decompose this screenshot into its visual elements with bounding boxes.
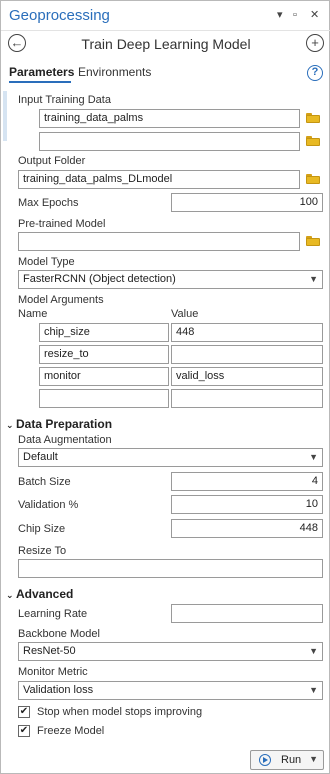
stop-improving-label: Stop when model stops improving xyxy=(37,706,203,718)
resize-to-field[interactable] xyxy=(18,559,323,578)
input-training-data-label: Input Training Data xyxy=(18,94,111,106)
model-type-value: FasterRCNN (Object detection) xyxy=(23,273,176,285)
validation-pct-field[interactable]: 10 xyxy=(171,495,323,514)
folder-icon[interactable] xyxy=(306,174,320,184)
tab-strip: Parameters Environments ? xyxy=(1,63,330,83)
arguments-value-header: Value xyxy=(171,308,199,320)
max-epochs-field[interactable]: 100 xyxy=(171,193,323,212)
run-button-label: Run xyxy=(281,754,302,766)
argument-name-cell[interactable]: monitor xyxy=(39,367,169,386)
argument-value-cell[interactable] xyxy=(171,389,323,408)
focus-indicator xyxy=(3,91,7,141)
learning-rate-field[interactable] xyxy=(171,604,323,623)
argument-value-cell[interactable]: 448 xyxy=(171,323,323,342)
pretrained-model-label: Pre-trained Model xyxy=(18,218,106,230)
validation-pct-label: Validation % xyxy=(18,499,79,511)
active-tab-indicator xyxy=(9,81,71,83)
tab-parameters[interactable]: Parameters xyxy=(9,65,74,79)
batch-size-label: Batch Size xyxy=(18,476,71,488)
input-training-data-field-1[interactable]: training_data_palms xyxy=(39,109,300,128)
chevron-down-icon: ▼ xyxy=(309,274,318,284)
chevron-down-icon: ▼ xyxy=(309,685,318,695)
backbone-model-value: ResNet-50 xyxy=(23,645,76,657)
chip-size-label: Chip Size xyxy=(18,523,66,535)
freeze-model-checkbox[interactable]: ✔ xyxy=(18,725,30,737)
advanced-header: Advanced xyxy=(16,587,74,601)
model-type-label: Model Type xyxy=(18,256,75,268)
run-button[interactable]: Run ▼ xyxy=(250,750,324,770)
freeze-model-label: Freeze Model xyxy=(37,725,105,737)
chevron-down-icon: ▼ xyxy=(309,452,318,462)
chip-size-field[interactable]: 448 xyxy=(171,519,323,538)
output-folder-field[interactable]: training_data_palms_DLmodel xyxy=(18,170,300,189)
data-preparation-section[interactable]: ⌄ Data Preparation xyxy=(6,417,112,431)
folder-icon[interactable] xyxy=(306,136,320,146)
chevron-down-icon: ⌄ xyxy=(6,420,14,430)
tool-title: Train Deep Learning Model xyxy=(81,36,251,52)
max-epochs-label: Max Epochs xyxy=(18,197,79,209)
geoprocessing-pane: Geoprocessing ▾ ▫ ✕ ← Train Deep Learnin… xyxy=(0,0,330,774)
add-icon[interactable]: + xyxy=(306,34,324,52)
data-preparation-header: Data Preparation xyxy=(16,417,113,431)
options-dropdown-icon[interactable]: ▾ xyxy=(277,9,283,21)
data-augmentation-value: Default xyxy=(23,451,58,463)
pretrained-model-field[interactable] xyxy=(18,232,300,251)
resize-to-label: Resize To xyxy=(18,545,67,557)
arguments-name-header: Name xyxy=(18,308,48,320)
backbone-model-label: Backbone Model xyxy=(18,628,100,640)
data-augmentation-select[interactable]: Default ▼ xyxy=(18,448,323,467)
auto-hide-pin-icon[interactable]: ▫ xyxy=(293,9,297,21)
learning-rate-label: Learning Rate xyxy=(18,608,88,620)
model-arguments-label: Model Arguments xyxy=(18,294,104,306)
close-icon[interactable]: ✕ xyxy=(310,9,319,21)
argument-value-cell[interactable]: valid_loss xyxy=(171,367,323,386)
chevron-down-icon[interactable]: ▼ xyxy=(309,754,318,764)
run-icon xyxy=(259,754,271,766)
input-training-data-field-2[interactable] xyxy=(39,132,300,151)
batch-size-field[interactable]: 4 xyxy=(171,472,323,491)
argument-name-cell[interactable]: chip_size xyxy=(39,323,169,342)
argument-value-cell[interactable] xyxy=(171,345,323,364)
tab-environments[interactable]: Environments xyxy=(78,65,151,79)
monitor-metric-value: Validation loss xyxy=(23,684,94,696)
chevron-down-icon: ⌄ xyxy=(6,590,14,600)
output-folder-label: Output Folder xyxy=(18,155,86,167)
folder-icon[interactable] xyxy=(306,236,320,246)
help-icon[interactable]: ? xyxy=(307,65,323,81)
folder-icon[interactable] xyxy=(306,113,320,123)
data-augmentation-label: Data Augmentation xyxy=(18,434,112,446)
argument-name-cell[interactable] xyxy=(39,389,169,408)
pane-title: Geoprocessing xyxy=(9,7,110,24)
stop-improving-checkbox[interactable]: ✔ xyxy=(18,706,30,718)
pane-titlebar: Geoprocessing ▾ ▫ ✕ xyxy=(1,1,330,31)
argument-name-cell[interactable]: resize_to xyxy=(39,345,169,364)
model-type-select[interactable]: FasterRCNN (Object detection) ▼ xyxy=(18,270,323,289)
chevron-down-icon: ▼ xyxy=(309,646,318,656)
monitor-metric-select[interactable]: Validation loss ▼ xyxy=(18,681,323,700)
advanced-section[interactable]: ⌄ Advanced xyxy=(6,587,73,601)
monitor-metric-label: Monitor Metric xyxy=(18,666,88,678)
tool-header: ← Train Deep Learning Model + xyxy=(1,31,330,57)
backbone-model-select[interactable]: ResNet-50 ▼ xyxy=(18,642,323,661)
